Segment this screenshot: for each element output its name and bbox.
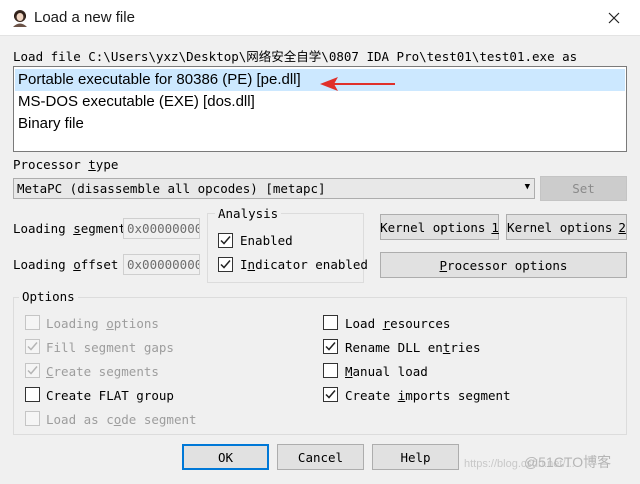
processor-type-select[interactable]: MetaPC (disassemble all opcodes) [metapc… [13,178,535,199]
create-segments-label: Create segments [46,364,159,379]
ok-button[interactable]: OK [182,444,269,470]
close-icon [608,12,620,24]
loading-segment-label: Loading segment [13,221,126,236]
file-type-item-dos[interactable]: MS-DOS executable (EXE) [dos.dll] [15,91,625,113]
loading-offset-input[interactable]: 0x00000000 [123,254,200,275]
checkmark-icon [27,366,38,375]
analysis-legend: Analysis [215,206,282,221]
checkmark-icon [325,342,336,351]
fill-segment-gaps-checkbox[interactable] [25,339,40,354]
load-file-label: Load file C:\Users\yxz\Desktop\网络安全自学\08… [13,49,578,64]
options-legend: Options [19,289,78,304]
load-as-code-segment-label: Load as code segment [46,412,197,427]
analysis-enabled-label[interactable]: Enabled [240,233,293,248]
red-arrow-annotation [320,77,395,91]
processor-type-label: Processor type [13,157,119,172]
processor-options-button[interactable]: Processor options [380,252,627,278]
create-imports-segment-label[interactable]: Create imports segment [345,388,511,403]
load-resources-checkbox[interactable] [323,315,338,330]
analysis-group [207,213,364,283]
analysis-enabled-checkbox[interactable] [218,233,233,248]
dropdown-arrow-icon: ▼ [524,182,530,192]
close-button[interactable] [596,3,632,33]
processor-type-value: MetaPC (disassemble all opcodes) [metapc… [17,181,326,196]
cancel-button[interactable]: Cancel [277,444,364,470]
checkmark-icon [325,390,336,399]
manual-load-checkbox[interactable] [323,363,338,378]
set-button[interactable]: Set [540,176,627,201]
loading-options-checkbox[interactable] [25,315,40,330]
help-button[interactable]: Help [372,444,459,470]
file-type-item-binary[interactable]: Binary file [15,113,625,135]
checkmark-icon [27,342,38,351]
checkmark-icon [220,236,231,245]
create-imports-segment-checkbox[interactable] [323,387,338,402]
ida-app-icon [10,8,30,28]
loading-options-label: Loading options [46,316,159,331]
rename-dll-entries-checkbox[interactable] [323,339,338,354]
indicator-enabled-checkbox[interactable] [218,257,233,272]
kernel-options-1-button[interactable]: Kernel options 1 [380,214,499,240]
create-segments-checkbox[interactable] [25,363,40,378]
checkmark-icon [220,260,231,269]
indicator-enabled-label[interactable]: Indicator enabled [240,257,368,272]
manual-load-label[interactable]: Manual load [345,364,428,379]
loading-offset-label: Loading offset [13,257,119,272]
loading-segment-input[interactable]: 0x00000000 [123,218,200,239]
kernel-options-2-button[interactable]: Kernel options 2 [506,214,627,240]
fill-segment-gaps-label: Fill segment gaps [46,340,174,355]
watermark-logo: @51CTO博客 [524,454,612,470]
create-flat-group-label[interactable]: Create FLAT group [46,388,174,403]
window-title: Load a new file [34,9,135,26]
rename-dll-entries-label[interactable]: Rename DLL entries [345,340,480,355]
load-resources-label[interactable]: Load resources [345,316,450,331]
create-flat-group-checkbox[interactable] [25,387,40,402]
load-as-code-segment-checkbox[interactable] [25,411,40,426]
